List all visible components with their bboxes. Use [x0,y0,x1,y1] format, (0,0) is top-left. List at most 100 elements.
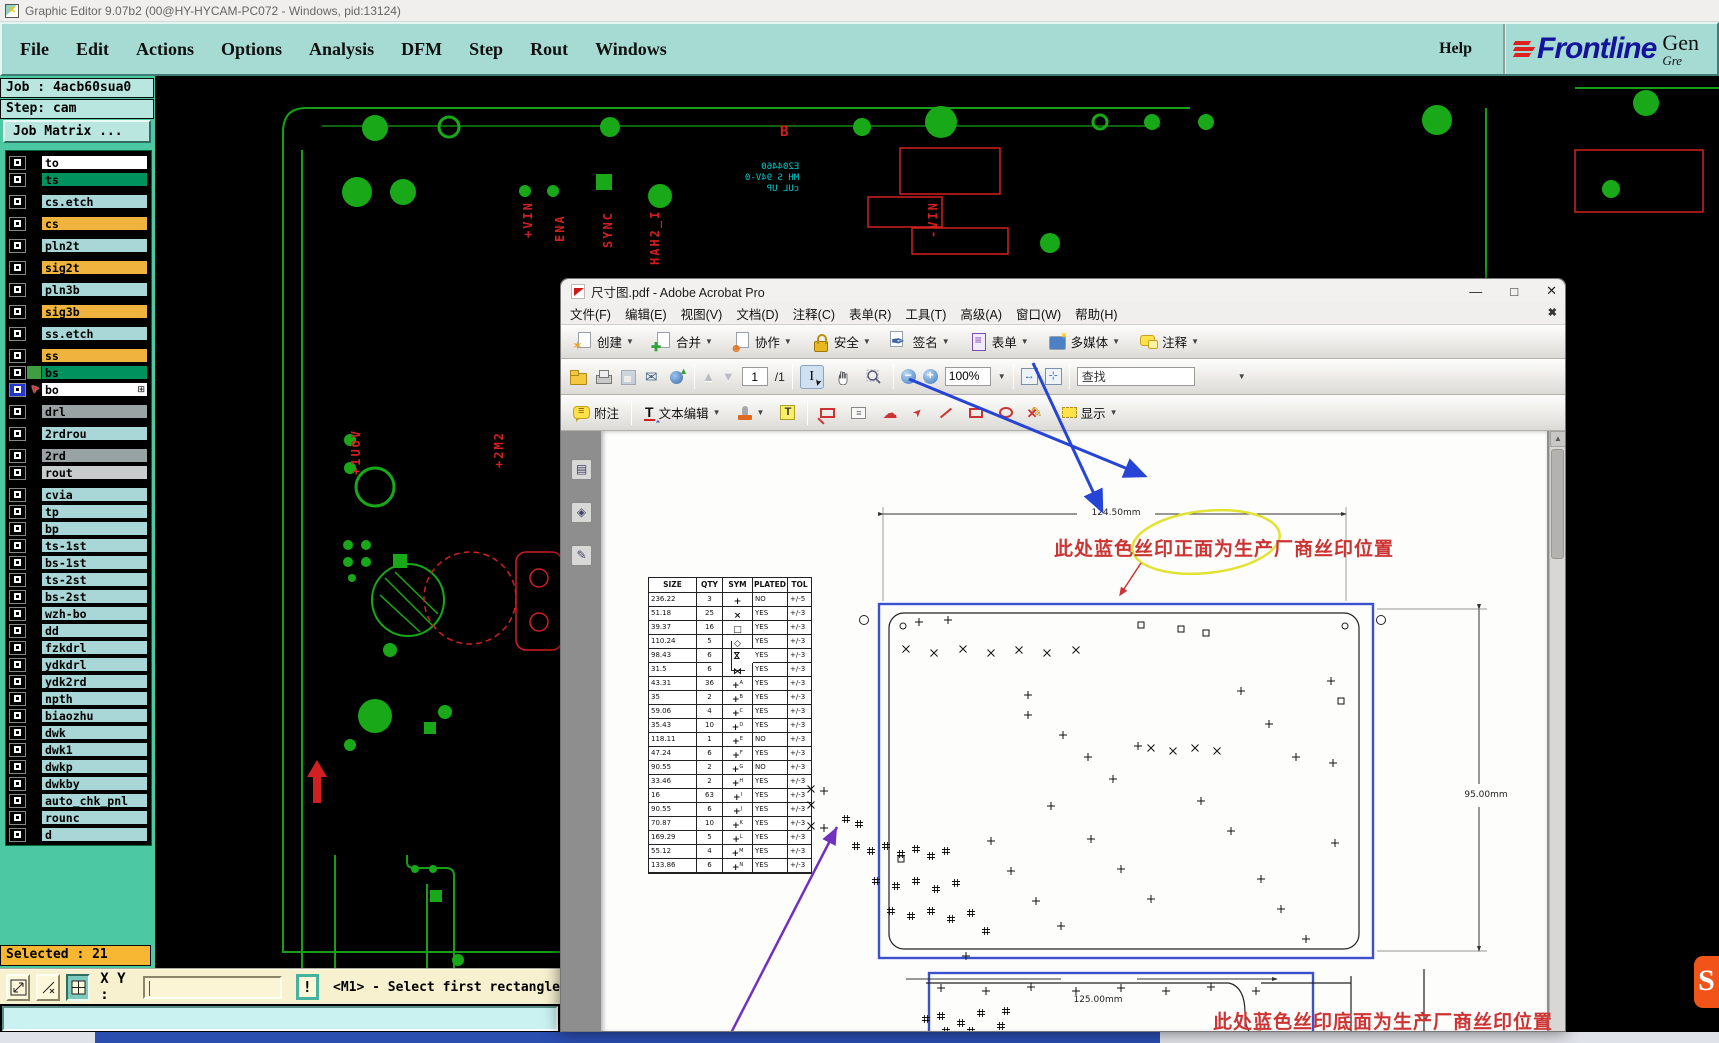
show-icon [1061,407,1077,418]
marquee-zoom-tool[interactable] [862,365,886,389]
cloud-button[interactable]: ☁ [878,402,901,424]
acrobat-menu-item[interactable]: 表单(R) [849,304,891,323]
acrobat-menu-items: 文件(F) 编辑(E) 视图(V) 文档(D) 注释(C) 表单(R) 工具(T) 高级(A)… [561,304,1118,323]
textbox-button[interactable]: ≡ [847,405,870,421]
acrobat-menu-item[interactable]: 窗口(W) [1016,304,1061,323]
acrobat-menu-item[interactable]: 工具(T) [905,304,946,323]
zoom-out-button[interactable]: − [900,369,916,384]
cloud-icon: ☁ [882,404,898,422]
task-button-icon [572,332,593,354]
text-edit-button[interactable]: T 文本编辑 ▼ [640,401,725,425]
drill-table-row: 169.29 5 +L YES +/-3 [649,831,811,845]
pencil-button[interactable] [1025,403,1050,423]
task-toolbar-button[interactable]: 创建 ▼ [569,330,638,354]
drill-table-header-cell: TOL [788,578,811,593]
scroll-up-icon[interactable]: ▲ [1550,431,1565,447]
drill-table-header-cell: QTY [697,578,723,593]
print-icon[interactable] [594,368,612,386]
zoom-level[interactable]: 100% [944,367,991,386]
highlight-button[interactable]: T [776,403,799,422]
oval-button[interactable] [995,405,1017,420]
maximize-button[interactable]: □ [1510,284,1518,299]
zoom-in-button[interactable]: + [922,369,938,384]
stamp-button[interactable]: ▼ [733,403,769,423]
previous-page-icon[interactable]: ▲ [702,369,715,384]
acrobat-menu-item[interactable]: 编辑(E) [625,304,667,323]
open-icon[interactable] [569,368,587,386]
acrobat-titlebar[interactable]: 尺寸图.pdf - Adobe Acrobat Pro [561,279,1565,303]
email-icon[interactable] [644,368,662,386]
fit-page-icon[interactable]: ⊹ [1044,368,1062,385]
acrobat-menu-item[interactable]: 注释(C) [793,304,835,323]
find-input[interactable] [1076,367,1195,386]
vertical-scrollbar[interactable]: ▲ [1549,431,1565,1031]
task-button-icon [1138,332,1159,351]
acrobat-menu-item[interactable]: 视图(V) [681,304,723,323]
task-toolbar-button[interactable]: 合并 ▼ [648,330,717,354]
silkscreen-note-bottom: 此处蓝色丝印底面为生产厂商丝印位置 [1213,1011,1554,1032]
acrobat-title: 尺寸图.pdf - Adobe Acrobat Pro [591,285,765,300]
textbox-icon: ≡ [851,406,867,419]
drill-table-row: 118.11 1 +E NO +/-3 [649,733,811,747]
ime-tray-icon[interactable]: S [1694,956,1719,1008]
stamp-icon [737,405,753,421]
drill-table-row: 70.87 10 +K YES +/-3 [649,817,811,831]
find-dropdown-icon[interactable]: ▼ [1238,372,1246,381]
drill-table-row: 90.55 6 +J YES +/-3 [649,803,811,817]
task-toolbar-button[interactable]: 安全 ▼ [806,330,875,353]
layers-panel-icon[interactable]: ◈ [571,502,592,523]
next-page-icon[interactable]: ▼ [722,369,735,384]
screen: ✕ Graphic Editor 9.07b2 (00@HY-HYCAM-PC0… [0,0,1719,1043]
hand-tool[interactable] [831,365,855,389]
page-number-input[interactable] [741,367,768,386]
pencil-icon [1027,404,1046,422]
minimize-button[interactable]: — [1469,284,1482,299]
line-button[interactable] [935,407,957,418]
toolbar-close-icon[interactable]: ✖ [1548,306,1557,319]
task-toolbar-button[interactable]: 注释 ▼ [1134,330,1203,353]
zoom-dropdown-icon[interactable]: ▼ [998,372,1006,381]
task-toolbar-button[interactable]: 多媒体 ▼ [1043,329,1124,353]
task-button-icon [730,332,751,355]
acrobat-nav-toolbar: ▲ ▼ /1 I − + 100% ▼ ↔ ⊹ ▼ [561,359,1565,395]
rectangle-icon [968,407,983,418]
acrobat-menu-item[interactable]: 帮助(H) [1075,304,1117,323]
drill-table-row: 43.31 36 +A YES +/-3 [649,677,811,691]
silkscreen-label: +2M2 [492,431,506,468]
red-arrow-marker [307,760,327,803]
acrobat-menu-item[interactable]: 高级(A) [960,304,1002,323]
callout-button[interactable] [816,406,839,420]
silkscreen-label: B [780,124,789,140]
upload-icon[interactable] [669,366,688,386]
drill-table-row: 33.46 2 +H YES +/-3 [649,775,811,789]
pdf-file-icon [571,283,585,299]
pages-panel-icon[interactable]: ▤ [571,459,592,480]
save-icon[interactable] [619,368,637,386]
sticky-note-button[interactable]: 附注 [569,401,623,424]
dimension-height-right: 95.00mm [1464,790,1508,800]
drill-table-row: 236.22 3 + NO +/-5 [649,593,811,607]
task-toolbar-button[interactable]: 协作 ▼ [727,330,796,355]
fit-width-icon[interactable]: ↔ [1020,368,1038,385]
arrow-button[interactable]: ➤ [909,404,926,421]
acrobat-menu-item[interactable]: 文件(F) [570,304,611,323]
select-tool[interactable]: I [799,364,824,389]
drill-table-row: 39.37 16 □ YES +/-3 [649,621,811,635]
drill-table-row: 47.24 6 +F YES +/-3 [649,747,811,761]
show-button[interactable]: 显示 ▼ [1058,401,1122,424]
task-button-icon [810,332,830,352]
scroll-thumb[interactable] [1551,449,1564,559]
task-button-icon [1047,329,1069,351]
silkscreen-label: SYNC [601,211,615,248]
dimension-width-top: 124.50mm [1091,508,1141,518]
text-edit-icon: T [644,405,659,425]
highlight-icon: T [780,405,796,420]
task-toolbar-button[interactable]: 签名 ▼ [885,330,954,353]
close-button[interactable]: ✕ [1546,283,1557,299]
acrobat-menu-item[interactable]: 文档(D) [736,304,778,323]
drill-table-header: SIZE QTY SYM PLATED TOL [649,578,811,593]
task-toolbar-button[interactable]: 表单 ▼ [964,330,1033,353]
attachments-panel-icon[interactable]: ✎ [571,545,592,566]
window-controls: — □ ✕ [1469,279,1557,303]
rectangle-button[interactable] [965,406,987,420]
